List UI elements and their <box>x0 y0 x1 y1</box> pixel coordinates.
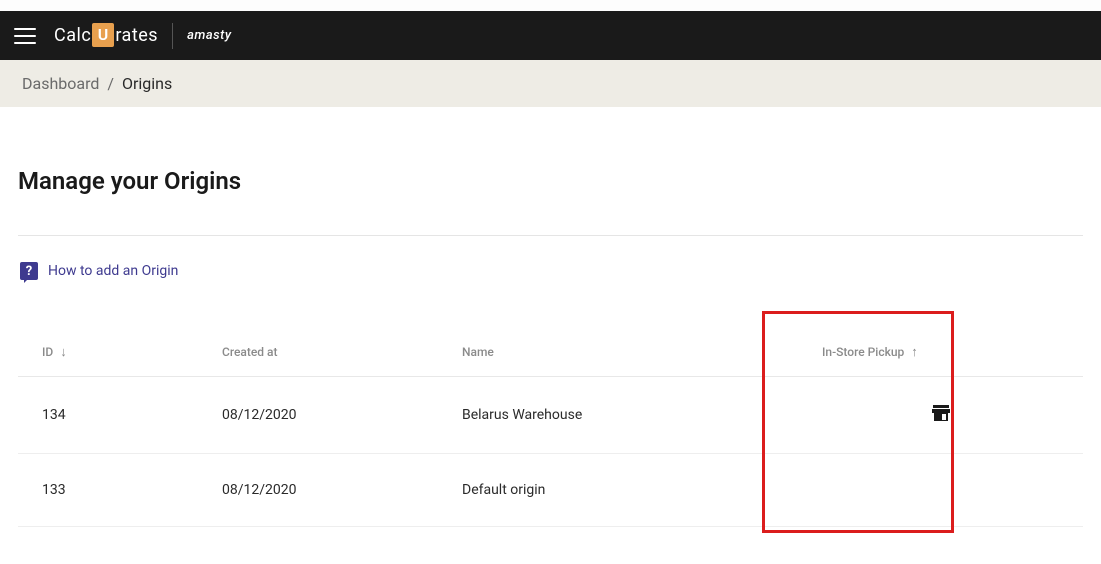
cell-id: 134 <box>18 377 198 454</box>
sort-up-icon: ↑ <box>911 345 918 360</box>
column-label-created: Created at <box>222 345 278 359</box>
table-row[interactable]: 133 08/12/2020 Default origin <box>18 454 1083 527</box>
logo-divider <box>172 23 173 49</box>
cell-pickup <box>798 377 1083 454</box>
logo-prefix: Calc <box>54 25 91 46</box>
help-link[interactable]: ? How to add an Origin <box>18 262 1083 280</box>
cell-created-at: 08/12/2020 <box>198 377 438 454</box>
cell-name: Belarus Warehouse <box>438 377 798 454</box>
logo-amasty[interactable]: amasty <box>187 28 231 43</box>
table-row[interactable]: 134 08/12/2020 Belarus Warehouse <box>18 377 1083 454</box>
store-icon <box>932 405 950 425</box>
sort-down-icon: ↓ <box>60 345 67 360</box>
divider <box>18 235 1083 236</box>
menu-hamburger-icon[interactable] <box>14 28 36 44</box>
column-label-name: Name <box>462 345 494 359</box>
logo-calcurates[interactable]: Calc U rates <box>54 24 158 48</box>
help-icon: ? <box>20 262 38 280</box>
app-header: Calc U rates amasty <box>0 11 1101 60</box>
column-header-id[interactable]: ID ↓ <box>18 328 198 377</box>
breadcrumb-parent[interactable]: Dashboard <box>22 74 99 93</box>
breadcrumb: Dashboard / Origins <box>0 60 1101 107</box>
cell-pickup <box>798 454 1083 527</box>
column-header-created-at[interactable]: Created at <box>198 328 438 377</box>
top-spacer <box>0 0 1101 11</box>
column-header-pickup[interactable]: In-Store Pickup ↑ <box>798 328 1083 377</box>
logo-u-box-icon: U <box>92 23 114 47</box>
breadcrumb-current: Origins <box>122 74 172 93</box>
help-link-text: How to add an Origin <box>48 263 178 279</box>
table-header-row: ID ↓ Created at Name In-Store Pickup ↑ <box>18 328 1083 377</box>
cell-name: Default origin <box>438 454 798 527</box>
logo-suffix: rates <box>115 25 158 46</box>
origins-table: ID ↓ Created at Name In-Store Pickup ↑ <box>18 328 1083 527</box>
cell-id: 133 <box>18 454 198 527</box>
table-container: ID ↓ Created at Name In-Store Pickup ↑ <box>18 328 1083 527</box>
page-title: Manage your Origins <box>18 167 1083 195</box>
breadcrumb-separator: / <box>107 74 114 93</box>
cell-created-at: 08/12/2020 <box>198 454 438 527</box>
column-label-pickup: In-Store Pickup <box>822 345 904 359</box>
column-label-id: ID <box>42 345 53 359</box>
column-header-name[interactable]: Name <box>438 328 798 377</box>
main-content: Manage your Origins ? How to add an Orig… <box>0 107 1101 527</box>
